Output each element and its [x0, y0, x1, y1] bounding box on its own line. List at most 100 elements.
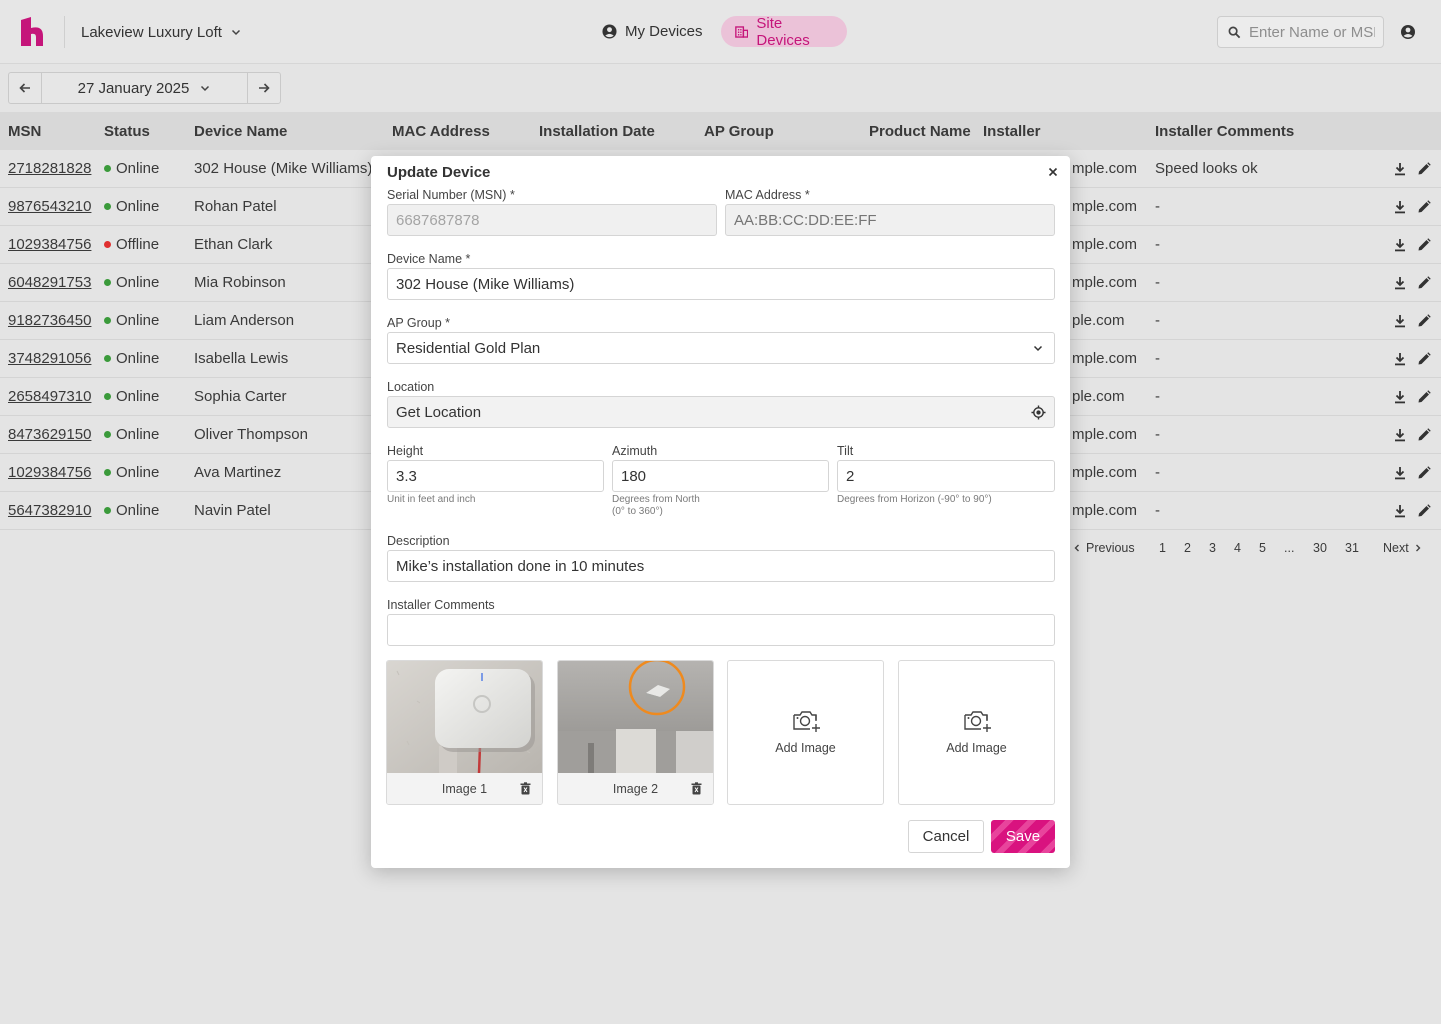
tilt-input[interactable] — [846, 467, 1046, 485]
msn-link[interactable]: 9182736450 — [8, 312, 91, 329]
pagination-page[interactable]: 31 — [1345, 541, 1359, 555]
tilt-field[interactable] — [837, 460, 1055, 492]
pagination-page[interactable]: 1 — [1159, 541, 1166, 555]
column-header-status[interactable]: Status — [104, 123, 150, 140]
download-icon[interactable] — [1392, 237, 1408, 253]
edit-icon[interactable] — [1416, 275, 1432, 291]
installer-comments-cell: - — [1155, 236, 1160, 253]
tilt-label: Tilt — [837, 444, 854, 458]
delete-icon[interactable] — [519, 782, 532, 795]
date-picker[interactable]: 27 January 2025 — [41, 73, 248, 103]
pagination-next[interactable]: Next — [1383, 541, 1423, 555]
column-header-mac-address[interactable]: MAC Address — [392, 123, 490, 140]
installer-comments-input[interactable] — [396, 621, 1046, 639]
search-input[interactable] — [1249, 23, 1375, 41]
column-header-product-name[interactable]: Product Name — [869, 123, 971, 140]
status-cell: Online — [104, 160, 159, 177]
site-selector[interactable]: Lakeview Luxury Loft — [81, 22, 242, 42]
height-field[interactable] — [387, 460, 604, 492]
download-icon[interactable] — [1392, 199, 1408, 215]
device-name-cell: Isabella Lewis — [194, 350, 289, 367]
status-text: Online — [116, 426, 160, 443]
device-name-input[interactable] — [396, 275, 1046, 293]
download-icon[interactable] — [1392, 275, 1408, 291]
status-dot — [104, 393, 111, 400]
download-icon[interactable] — [1392, 389, 1408, 405]
download-icon[interactable] — [1392, 427, 1408, 443]
device-name-label: Device Name * — [387, 252, 470, 266]
close-icon[interactable] — [1046, 165, 1060, 179]
arrow-right-icon — [259, 83, 270, 93]
msn-link[interactable]: 9876543210 — [8, 198, 91, 215]
device-name-cell: Ava Martinez — [194, 464, 282, 481]
download-icon[interactable] — [1392, 161, 1408, 177]
status-dot — [104, 355, 111, 362]
edit-icon[interactable] — [1416, 465, 1432, 481]
ap-group-select[interactable]: Residential Gold Plan — [387, 332, 1055, 364]
user-account-icon[interactable] — [1398, 22, 1418, 42]
edit-icon[interactable] — [1416, 427, 1432, 443]
msn-link[interactable]: 3748291056 — [8, 350, 91, 367]
download-icon[interactable] — [1392, 503, 1408, 519]
device-name-field[interactable] — [387, 268, 1055, 300]
previous-date-button[interactable] — [9, 73, 41, 103]
save-button[interactable]: Save — [991, 820, 1055, 853]
app-header: Lakeview Luxury Loft My Devices Site Dev… — [0, 0, 1441, 64]
column-header-device-name[interactable]: Device Name — [194, 123, 287, 140]
pagination-page[interactable]: 2 — [1184, 541, 1191, 555]
pagination-previous[interactable]: Previous — [1072, 541, 1135, 555]
edit-icon[interactable] — [1416, 351, 1432, 367]
gps-target-icon[interactable] — [1031, 405, 1046, 420]
chevron-right-icon — [1415, 544, 1421, 552]
edit-icon[interactable] — [1416, 503, 1432, 519]
pagination-page[interactable]: 4 — [1234, 541, 1241, 555]
msn-link[interactable]: 2718281828 — [8, 160, 91, 177]
column-header-ap-group[interactable]: AP Group — [704, 123, 774, 140]
description-input[interactable] — [396, 557, 1046, 575]
edit-icon[interactable] — [1416, 237, 1432, 253]
column-header-installer-comments[interactable]: Installer Comments — [1155, 123, 1294, 140]
delete-icon[interactable] — [690, 782, 703, 795]
edit-icon[interactable] — [1416, 389, 1432, 405]
msn-link[interactable]: 1029384756 — [8, 236, 91, 253]
column-header-installation-date[interactable]: Installation Date — [539, 123, 655, 140]
next-date-button[interactable] — [248, 73, 280, 103]
required-marker: * — [445, 316, 451, 330]
tab-my-devices[interactable]: My Devices — [588, 16, 719, 47]
height-input[interactable] — [396, 467, 595, 485]
cancel-button[interactable]: Cancel — [908, 820, 984, 853]
edit-icon[interactable] — [1416, 199, 1432, 215]
msn-link[interactable]: 6048291753 — [8, 274, 91, 291]
msn-link[interactable]: 8473629150 — [8, 426, 91, 443]
image-card[interactable]: Image 1 — [386, 660, 543, 805]
edit-icon[interactable] — [1416, 161, 1432, 177]
location-field[interactable]: Get Location — [387, 396, 1055, 428]
add-image-button[interactable]: Add Image — [898, 660, 1055, 805]
download-icon[interactable] — [1392, 313, 1408, 329]
msn-link[interactable]: 1029384756 — [8, 464, 91, 481]
brand-logo-icon[interactable] — [18, 16, 46, 48]
column-header-msn[interactable]: MSN — [8, 123, 41, 140]
msn-link[interactable]: 2658497310 — [8, 388, 91, 405]
pagination-previous-label: Previous — [1086, 541, 1135, 555]
installer-comments-label: Installer Comments — [387, 598, 495, 612]
installer-comments-field[interactable] — [387, 614, 1055, 646]
column-header-installer[interactable]: Installer — [983, 123, 1041, 140]
pagination-page[interactable]: 5 — [1259, 541, 1266, 555]
installer-cell: ple.com — [1072, 312, 1125, 329]
description-field[interactable] — [387, 550, 1055, 582]
status-text: Online — [116, 160, 160, 177]
add-image-label: Add Image — [775, 741, 836, 755]
download-icon[interactable] — [1392, 465, 1408, 481]
search-box[interactable] — [1217, 16, 1384, 48]
azimuth-input[interactable] — [621, 467, 820, 485]
edit-icon[interactable] — [1416, 313, 1432, 329]
pagination-page[interactable]: 30 — [1313, 541, 1327, 555]
tab-site-devices[interactable]: Site Devices — [721, 15, 847, 49]
azimuth-field[interactable] — [612, 460, 829, 492]
msn-link[interactable]: 5647382910 — [8, 502, 91, 519]
download-icon[interactable] — [1392, 351, 1408, 367]
pagination-page[interactable]: 3 — [1209, 541, 1216, 555]
add-image-button[interactable]: Add Image — [727, 660, 884, 805]
image-card[interactable]: Image 2 — [557, 660, 714, 805]
